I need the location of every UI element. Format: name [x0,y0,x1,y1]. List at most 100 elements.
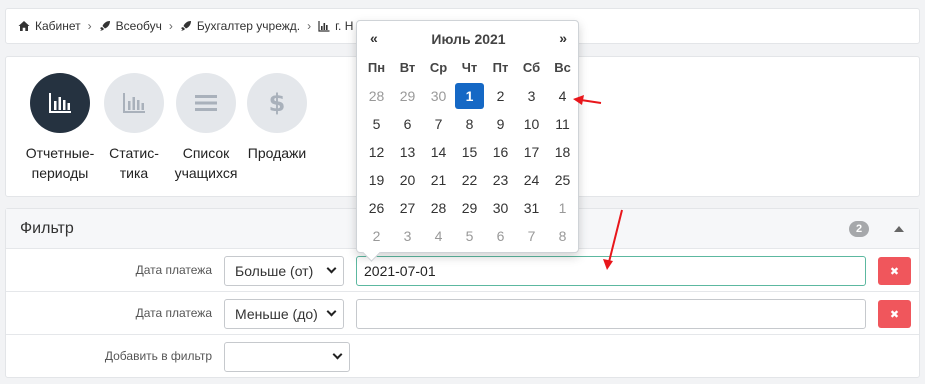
bar-chart-icon [30,73,90,133]
calendar-day[interactable]: 20 [392,167,423,193]
chevron-down-icon [326,306,337,317]
calendar-day[interactable]: 19 [361,167,392,193]
action-statistics[interactable]: Статис- тика [99,73,169,183]
filter-count-badge: 2 [849,221,869,237]
breadcrumb-item-vseobuch[interactable]: Всеобуч [99,19,162,33]
dollar-icon: $ [247,73,307,133]
datepicker-month-title[interactable]: Июль 2021 [357,31,580,47]
add-filter-select[interactable] [224,342,350,372]
calendar-day[interactable]: 21 [423,167,454,193]
home-icon [18,20,30,32]
calendar-day[interactable]: 7 [423,111,454,137]
calendar-day-other-month[interactable]: 2 [361,223,392,249]
calendar-day[interactable]: 31 [516,195,547,221]
calendar-day-selected[interactable]: 1 [455,83,484,109]
calendar-day-other-month[interactable]: 30 [423,83,454,109]
calendar-day[interactable]: 15 [454,139,485,165]
weekday-header: Вт [399,60,416,75]
calendar-day[interactable]: 17 [516,139,547,165]
calendar-day[interactable]: 25 [547,167,578,193]
calendar-day[interactable]: 11 [547,111,578,137]
breadcrumb-separator: › [87,19,92,33]
breadcrumb-label: Бухгалтер учрежд. [196,19,301,33]
calendar-day[interactable]: 29 [454,195,485,221]
calendar-day-other-month[interactable]: 4 [423,223,454,249]
calendar-day[interactable]: 27 [392,195,423,221]
calendar-day-other-month[interactable]: 29 [392,83,423,109]
weekday-header: Чт [461,60,478,75]
operator-select[interactable]: Меньше (до) [224,299,344,329]
calendar-day[interactable]: 5 [361,111,392,137]
chevron-down-icon [332,349,343,360]
chevron-down-icon [326,263,337,274]
rocket-icon [180,20,192,32]
action-label: Отчетные- периоды [25,145,95,181]
calendar-day[interactable]: 26 [361,195,392,221]
action-label: Статис- тика [109,145,159,181]
date-input[interactable] [356,299,866,329]
calendar-day[interactable]: 16 [485,139,516,165]
weekday-header: Сб [522,60,541,75]
weekday-header: Пт [492,60,509,75]
breadcrumb-item-city[interactable]: г. Н [318,19,353,33]
operator-value: Больше (от) [235,263,314,279]
filter-row: Дата платежа Больше (от) 2021-07-01 ✖ [6,250,919,292]
calendar-day-other-month[interactable]: 5 [454,223,485,249]
datepicker-header: « Июль 2021 » [357,30,580,52]
remove-filter-button[interactable]: ✖ [878,257,911,285]
datepicker-popup: « Июль 2021 » Пн Вт Ср Чт Пт Сб Вс 28 29 30 1 2 3 4 5 6… [356,20,579,253]
remove-filter-button[interactable]: ✖ [878,300,911,328]
calendar-day[interactable]: 2 [485,83,516,109]
calendar-day[interactable]: 24 [516,167,547,193]
calendar-day[interactable]: 22 [454,167,485,193]
filter-row: Дата платежа Меньше (до) ✖ [6,293,919,335]
date-input[interactable]: 2021-07-01 [356,256,866,286]
collapse-caret-icon[interactable] [894,226,904,232]
calendar-day-other-month[interactable]: 28 [361,83,392,109]
calendar-day[interactable]: 3 [516,83,547,109]
breadcrumb-separator: › [168,19,173,33]
calendar-day-other-month[interactable]: 3 [392,223,423,249]
calendar-day[interactable]: 30 [485,195,516,221]
calendar-day[interactable]: 9 [485,111,516,137]
calendar-day[interactable]: 18 [547,139,578,165]
action-label: Список учащихся [174,145,238,181]
filter-row-label: Дата платежа [135,306,212,320]
calendar-day-other-month[interactable]: 6 [485,223,516,249]
calendar-day[interactable]: 4 [547,83,578,109]
operator-select[interactable]: Больше (от) [224,256,344,286]
action-student-list[interactable]: Список учащихся [171,73,241,183]
calendar-day[interactable]: 13 [392,139,423,165]
action-sales[interactable]: $ Продажи [242,73,312,163]
breadcrumb-item-cabinet[interactable]: Кабинет [18,19,81,33]
operator-value: Меньше (до) [235,306,318,322]
filter-row-label: Дата платежа [135,263,212,277]
filter-title: Фильтр [20,219,74,237]
weekday-header: Ср [429,60,448,75]
calendar-day[interactable]: 12 [361,139,392,165]
filter-row: Добавить в фильтр [6,336,919,378]
bar-chart-icon [318,20,330,32]
breadcrumb-item-accountant[interactable]: Бухгалтер учрежд. [180,19,300,33]
list-icon [176,73,236,133]
calendar-day[interactable]: 28 [423,195,454,221]
calendar-day[interactable]: 8 [454,111,485,137]
breadcrumb-label: Всеобуч [115,19,162,33]
calendar-day-other-month[interactable]: 8 [547,223,578,249]
calendar-day[interactable]: 23 [485,167,516,193]
action-reporting-periods[interactable]: Отчетные- периоды [25,73,95,183]
calendar-day-other-month[interactable]: 1 [547,195,578,221]
rocket-icon [99,20,111,32]
calendar-day[interactable]: 14 [423,139,454,165]
calendar-day[interactable]: 10 [516,111,547,137]
breadcrumb-label: Кабинет [35,19,81,33]
next-month-button[interactable]: » [559,30,567,46]
breadcrumb-separator: › [307,19,312,33]
bar-chart-icon [104,73,164,133]
calendar-day-other-month[interactable]: 7 [516,223,547,249]
filter-row-label: Добавить в фильтр [104,349,212,363]
weekday-header: Пн [367,60,386,75]
weekday-header: Вс [554,60,571,75]
action-label: Продажи [247,145,307,161]
calendar-day[interactable]: 6 [392,111,423,137]
